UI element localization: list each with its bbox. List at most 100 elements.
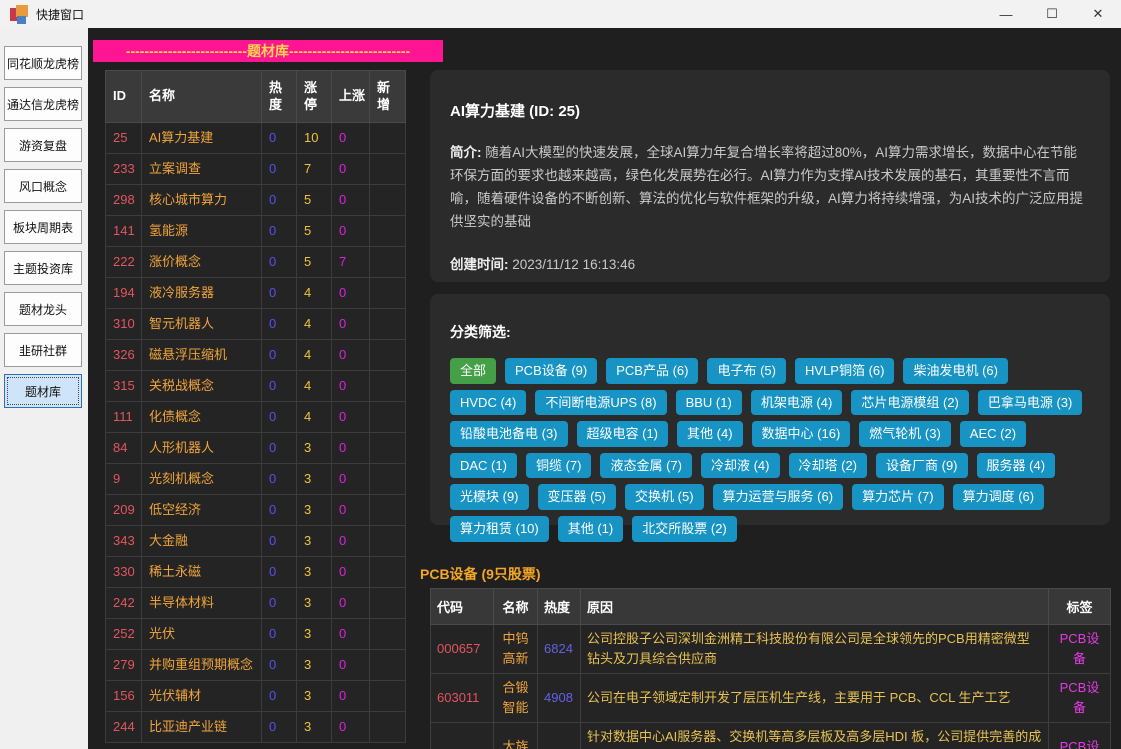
close-button[interactable]: ✕ xyxy=(1075,0,1121,28)
theme-row[interactable]: 25AI算力基建0100 xyxy=(106,123,406,154)
stock-row[interactable]: 603011合锻智能4908公司在电子领域定制开发了层压机生产线，主要用于 PC… xyxy=(431,674,1111,723)
theme-heat-cell: 0 xyxy=(262,681,297,712)
theme-row[interactable]: 233立案调查070 xyxy=(106,154,406,185)
category-tag-30[interactable]: 算力芯片 (7) xyxy=(852,484,944,510)
theme-rise-cell: 0 xyxy=(332,464,370,495)
sidebar-button-3[interactable]: 游资复盘 xyxy=(4,128,82,162)
theme-row[interactable]: 141氢能源050 xyxy=(106,216,406,247)
theme-row[interactable]: 222涨价概念057 xyxy=(106,247,406,278)
category-tag-8[interactable]: 不间断电源UPS (8) xyxy=(535,390,666,416)
theme-detail-title: AI算力基建 (ID: 25) xyxy=(450,100,1090,121)
category-tag-13[interactable]: 铅酸电池备电 (3) xyxy=(450,421,568,447)
theme-heat-cell: 0 xyxy=(262,495,297,526)
theme-heat-cell: 0 xyxy=(262,216,297,247)
category-tag-1[interactable]: 全部 xyxy=(450,358,496,384)
theme-limit-up-cell: 3 xyxy=(297,464,332,495)
theme-new-cell xyxy=(370,185,406,216)
category-tag-11[interactable]: 芯片电源模组 (2) xyxy=(851,390,969,416)
category-tag-25[interactable]: 服务器 (4) xyxy=(977,453,1056,479)
theme-name-cell: 磁悬浮压缩机 xyxy=(142,340,262,371)
theme-id-cell: 84 xyxy=(106,433,142,464)
sidebar-button-6[interactable]: 主题投资库 xyxy=(4,251,82,285)
sidebar-button-8[interactable]: 韭研社群 xyxy=(4,333,82,367)
category-tag-23[interactable]: 冷却塔 (2) xyxy=(789,453,868,479)
category-tag-22[interactable]: 冷却液 (4) xyxy=(701,453,780,479)
theme-row[interactable]: 279并购重组预期概念030 xyxy=(106,650,406,681)
category-tag-29[interactable]: 算力运营与服务 (6) xyxy=(713,484,844,510)
theme-row[interactable]: 84人形机器人030 xyxy=(106,433,406,464)
category-tag-16[interactable]: 数据中心 (16) xyxy=(752,421,851,447)
category-tag-31[interactable]: 算力调度 (6) xyxy=(953,484,1045,510)
category-tag-10[interactable]: 机架电源 (4) xyxy=(751,390,843,416)
maximize-button[interactable]: ☐ xyxy=(1029,0,1075,28)
theme-limit-up-cell: 4 xyxy=(297,371,332,402)
stock-table-header-row: 代码 名称 热度 原因 标签 xyxy=(431,589,1111,625)
theme-new-cell xyxy=(370,216,406,247)
theme-row[interactable]: 343大金融030 xyxy=(106,526,406,557)
category-tag-list: 全部 PCB设备 (9) PCB产品 (6) 电子布 (5) HVLP铜箔 (6) 柴油发… xyxy=(450,358,1090,542)
category-tag-7[interactable]: HVDC (4) xyxy=(450,390,526,416)
category-tag-9[interactable]: BBU (1) xyxy=(676,390,742,416)
category-tag-18[interactable]: AEC (2) xyxy=(960,421,1026,447)
category-tag-21[interactable]: 液态金属 (7) xyxy=(600,453,692,479)
category-tag-24[interactable]: 设备厂商 (9) xyxy=(876,453,968,479)
theme-row[interactable]: 156光伏辅材030 xyxy=(106,681,406,712)
category-tag-2[interactable]: PCB设备 (9) xyxy=(505,358,597,384)
theme-id-cell: 194 xyxy=(106,278,142,309)
theme-row[interactable]: 326磁悬浮压缩机040 xyxy=(106,340,406,371)
theme-row[interactable]: 242半导体材料030 xyxy=(106,588,406,619)
theme-new-cell xyxy=(370,681,406,712)
category-tag-20[interactable]: 铜缆 (7) xyxy=(526,453,592,479)
theme-row[interactable]: 252光伏030 xyxy=(106,619,406,650)
theme-heat-cell: 0 xyxy=(262,185,297,216)
category-tag-14[interactable]: 超级电容 (1) xyxy=(577,421,669,447)
category-tag-33[interactable]: 其他 (1) xyxy=(558,516,624,542)
category-tag-12[interactable]: 巴拿马电源 (3) xyxy=(978,390,1083,416)
sidebar-button-7[interactable]: 题材龙头 xyxy=(4,292,82,326)
category-tag-4[interactable]: 电子布 (5) xyxy=(707,358,786,384)
theme-id-cell: 326 xyxy=(106,340,142,371)
category-tag-5[interactable]: HVLP铜箔 (6) xyxy=(795,358,894,384)
created-value: 2023/11/12 16:13:46 xyxy=(509,257,636,272)
category-tag-15[interactable]: 其他 (4) xyxy=(677,421,743,447)
category-tag-34[interactable]: 北交所股票 (2) xyxy=(632,516,737,542)
stock-tag-cell: PCB设备 xyxy=(1049,674,1111,723)
sidebar-button-4[interactable]: 风口概念 xyxy=(4,169,82,203)
theme-limit-up-cell: 4 xyxy=(297,340,332,371)
theme-id-cell: 298 xyxy=(106,185,142,216)
theme-row[interactable]: 9光刻机概念030 xyxy=(106,464,406,495)
sidebar-button-1[interactable]: 同花顺龙虎榜 xyxy=(4,46,82,80)
sidebar-button-9[interactable]: 题材库 xyxy=(4,374,82,408)
category-tag-32[interactable]: 算力租赁 (10) xyxy=(450,516,549,542)
theme-heat-cell: 0 xyxy=(262,278,297,309)
theme-row[interactable]: 315关税战概念040 xyxy=(106,371,406,402)
stock-row[interactable]: 000657中钨高新6824公司控股子公司深圳金洲精工科技股份有限公司是全球领先… xyxy=(431,625,1111,674)
theme-row[interactable]: 209低空经济030 xyxy=(106,495,406,526)
minimize-button[interactable]: — xyxy=(983,0,1029,28)
sidebar-button-5[interactable]: 板块周期表 xyxy=(4,210,82,244)
category-tag-19[interactable]: DAC (1) xyxy=(450,453,517,479)
theme-row[interactable]: 298核心城市算力050 xyxy=(106,185,406,216)
category-tag-28[interactable]: 交换机 (5) xyxy=(625,484,704,510)
sidebar-button-2[interactable]: 通达信龙虎榜 xyxy=(4,87,82,121)
stock-row[interactable]: 301200大族数控3930针对数据中心AI服务器、交换机等高多层板及高多层HD… xyxy=(431,723,1111,749)
theme-row[interactable]: 244比亚迪产业链030 xyxy=(106,712,406,743)
theme-row[interactable]: 111化债概念040 xyxy=(106,402,406,433)
theme-table: ID 名称 热度 涨停 上涨 新增 25AI算力基建0100233立案调查070… xyxy=(105,70,406,743)
stock-header-name: 名称 xyxy=(494,589,538,625)
theme-row[interactable]: 194液冷服务器040 xyxy=(106,278,406,309)
category-tag-26[interactable]: 光模块 (9) xyxy=(450,484,529,510)
theme-limit-up-cell: 3 xyxy=(297,588,332,619)
theme-name-cell: 立案调查 xyxy=(142,154,262,185)
theme-name-cell: 人形机器人 xyxy=(142,433,262,464)
theme-row[interactable]: 330稀土永磁030 xyxy=(106,557,406,588)
category-tag-27[interactable]: 变压器 (5) xyxy=(538,484,617,510)
theme-heat-cell: 0 xyxy=(262,712,297,743)
theme-rise-cell: 0 xyxy=(332,681,370,712)
category-tag-6[interactable]: 柴油发电机 (6) xyxy=(903,358,1008,384)
theme-name-cell: 智元机器人 xyxy=(142,309,262,340)
category-tag-3[interactable]: PCB产品 (6) xyxy=(606,358,698,384)
category-tag-17[interactable]: 燃气轮机 (3) xyxy=(859,421,951,447)
theme-rise-cell: 0 xyxy=(332,619,370,650)
theme-row[interactable]: 310智元机器人040 xyxy=(106,309,406,340)
